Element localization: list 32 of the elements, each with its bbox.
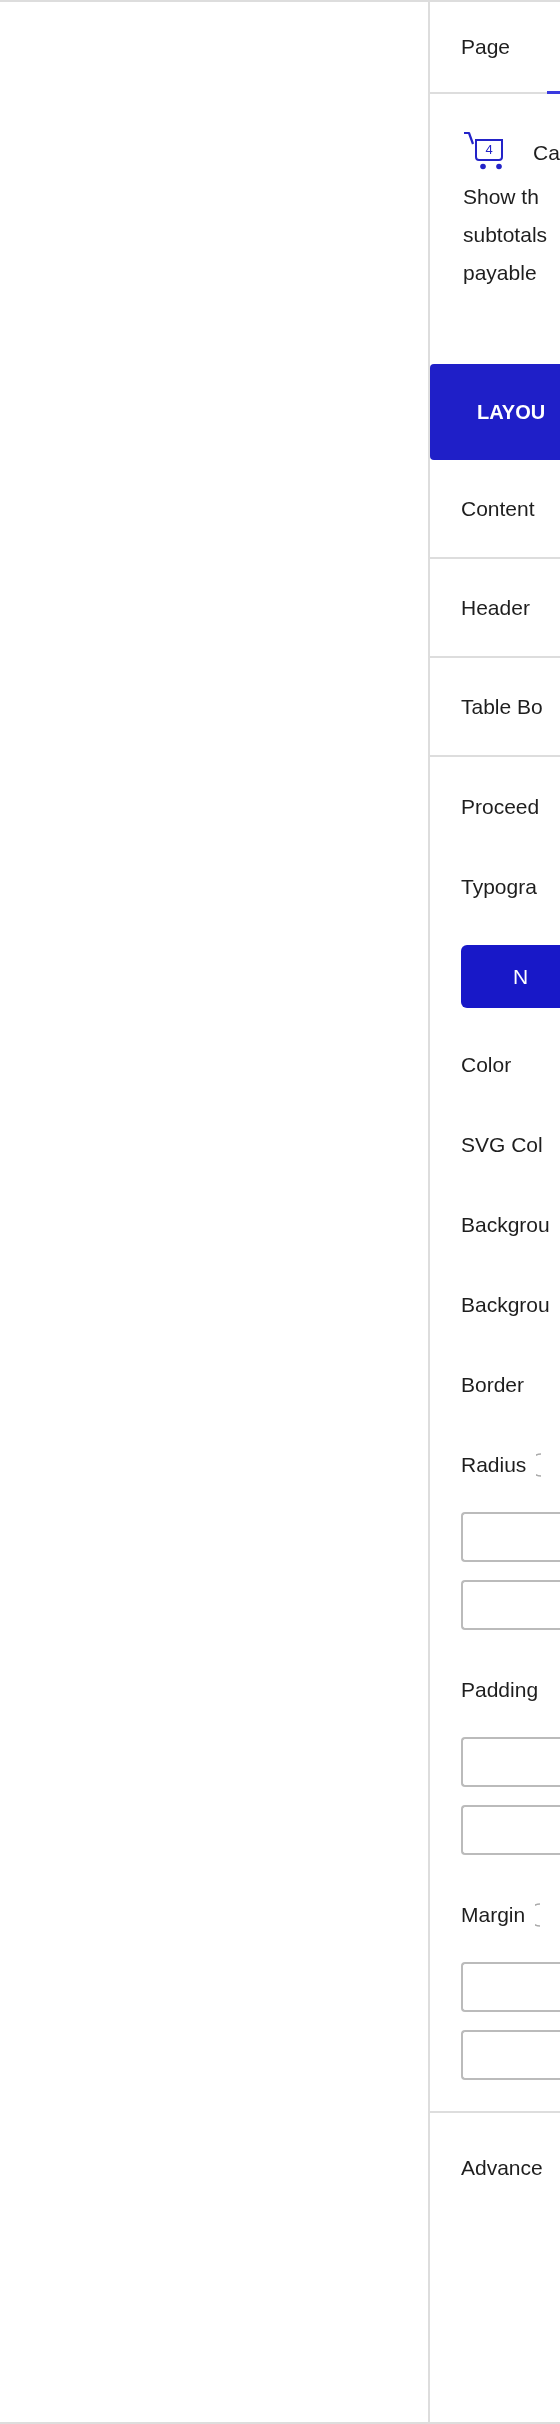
setting-label: Backgrou <box>461 1293 550 1317</box>
input-field[interactable] <box>461 1512 560 1562</box>
widget-description: subtotals <box>463 222 549 248</box>
setting-label: SVG Col <box>461 1133 543 1157</box>
info-icon[interactable] <box>535 1903 542 1927</box>
setting-label: Margin <box>461 1903 526 1927</box>
section-header[interactable]: Table Bo <box>430 658 560 757</box>
widget-description: payable <box>463 260 538 286</box>
cart-count: 4 <box>475 139 503 161</box>
layout-tab[interactable]: LAYOU <box>430 364 560 460</box>
setting-label: Backgrou <box>461 1213 550 1237</box>
section-header[interactable]: Content <box>430 460 560 559</box>
section-header[interactable]: Proceed <box>461 767 560 847</box>
style-toggle[interactable]: N <box>461 945 560 1008</box>
tab[interactable]: Page <box>430 2 547 94</box>
input-field[interactable] <box>461 1580 560 1630</box>
input-field[interactable] <box>461 2030 560 2080</box>
setting-label: Padding <box>461 1678 539 1702</box>
section-header[interactable]: Advance <box>430 2113 560 2223</box>
setting-label: Color <box>461 1053 512 1077</box>
input-field[interactable] <box>461 1737 560 1787</box>
input-field[interactable] <box>461 1962 560 2012</box>
cart-handle-icon <box>463 131 475 145</box>
widget-description: Show th <box>463 184 540 210</box>
widget-title: Ca <box>533 141 560 165</box>
setting-label: Typogra <box>461 875 537 899</box>
section-header[interactable]: Header <box>430 559 560 658</box>
info-icon[interactable] <box>536 1453 543 1477</box>
input-field[interactable] <box>461 1805 560 1855</box>
setting-label: Border <box>461 1373 525 1397</box>
cart-wheels-icon <box>479 163 503 170</box>
setting-label: Radius <box>461 1453 527 1477</box>
